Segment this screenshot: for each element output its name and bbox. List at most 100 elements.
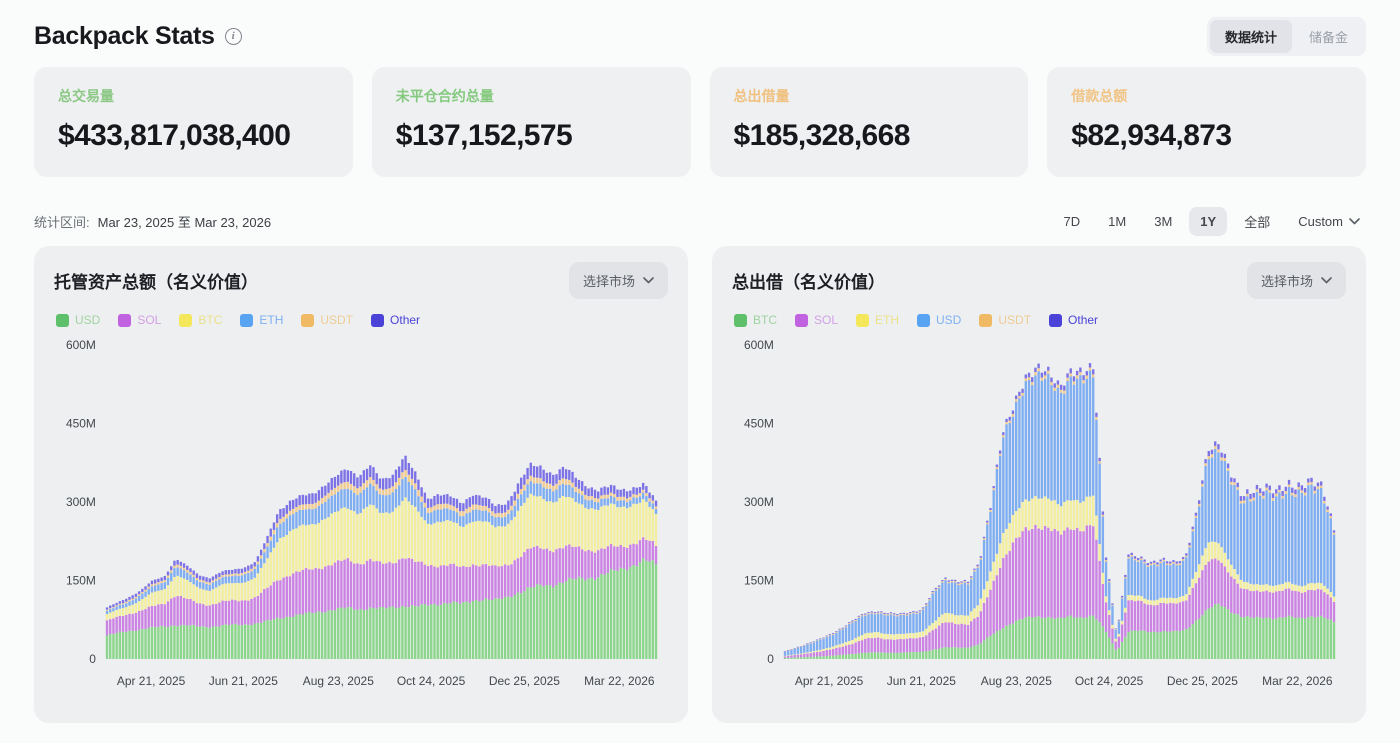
chart-bar-segment (1025, 527, 1027, 617)
tab-data-stats[interactable]: 数据统计 (1210, 20, 1292, 53)
chart-bar-segment (896, 615, 898, 616)
market-select-button[interactable]: 选择市场 (1247, 262, 1346, 299)
view-tabs: 数据统计 储备金 (1207, 17, 1366, 56)
x-axis-tick: Aug 23, 2025 (981, 674, 1052, 688)
chart-bar-segment (376, 609, 378, 659)
chart-bar-segment (1009, 421, 1011, 423)
chart-bar-segment (498, 504, 500, 513)
chart-bar-segment (321, 487, 323, 498)
legend-swatch (301, 314, 314, 327)
legend-item-eth[interactable]: ETH (240, 313, 283, 327)
chart-bar-segment (247, 601, 249, 625)
chart-bar-segment (494, 517, 496, 527)
chart-bar-segment (176, 626, 178, 659)
market-select-button[interactable]: 选择市场 (569, 262, 668, 299)
chart-bar-segment (443, 508, 445, 521)
chart-bar-segment (562, 467, 564, 479)
legend-item-sol[interactable]: SOL (795, 313, 838, 327)
chart-bar-segment (411, 605, 413, 659)
chart-bar-segment (424, 520, 426, 564)
filter-1m[interactable]: 1M (1097, 207, 1137, 236)
legend-item-other[interactable]: Other (371, 313, 420, 327)
chart-bar-segment (632, 494, 634, 497)
chart-bar-segment (1192, 579, 1194, 588)
chart-bar-segment (498, 598, 500, 659)
chart-bar-segment (1031, 618, 1033, 659)
chart-bar-segment (186, 626, 188, 659)
stacked-area-chart[interactable]: 0150M300M450M600MApr 21, 2025Jun 21, 202… (732, 329, 1346, 711)
legend-item-usdt[interactable]: USDT (979, 313, 1031, 327)
legend-item-usd[interactable]: USD (56, 313, 100, 327)
chart-bar-segment (167, 575, 169, 577)
legend-item-usd[interactable]: USD (917, 313, 961, 327)
legend-label: SOL (814, 313, 838, 327)
chart-bar-segment (218, 627, 220, 659)
filter-all[interactable]: 全部 (1233, 205, 1281, 238)
chart-bar-segment (128, 614, 130, 631)
chart-bar-segment (1259, 493, 1261, 496)
legend-label: BTC (198, 313, 222, 327)
chart-bar-segment (810, 643, 812, 644)
chart-bar-segment (196, 578, 198, 580)
chart-bar-segment (1166, 561, 1168, 563)
chart-bar-segment (976, 617, 978, 645)
chart-bar-segment (199, 576, 201, 580)
chart-bar-segment (1198, 564, 1200, 578)
stacked-area-chart[interactable]: 0150M300M450M600MApr 21, 2025Jun 21, 202… (54, 329, 668, 711)
chart-bar-segment (1275, 496, 1277, 585)
tab-reserves[interactable]: 储备金 (1294, 20, 1363, 53)
chart-bar-segment (922, 609, 924, 631)
chart-bar-segment (106, 610, 108, 611)
chart-bar-segment (1098, 561, 1100, 622)
legend-item-sol[interactable]: SOL (118, 313, 161, 327)
chart-bar-segment (642, 490, 644, 493)
chart-bar-segment (225, 576, 227, 583)
chart-bar-segment (790, 655, 792, 657)
chart-bar-segment (279, 509, 281, 519)
chart-bar-segment (819, 638, 821, 639)
chart-bar-segment (369, 607, 371, 659)
chart-bar-segment (976, 566, 978, 567)
chart-bar-segment (960, 615, 962, 624)
chart-bar-segment (138, 601, 140, 611)
chart-bar-segment (289, 617, 291, 659)
chart-bar-segment (321, 613, 323, 660)
chart-bar-segment (440, 565, 442, 604)
chart-bar-segment (154, 627, 156, 659)
chart-bar-segment (864, 633, 866, 638)
chart-bar-segment (205, 606, 207, 627)
chart-bar-segment (485, 498, 487, 506)
filter-3m[interactable]: 3M (1143, 207, 1183, 236)
chart-bar-segment (1098, 464, 1100, 545)
filter-1y[interactable]: 1Y (1189, 207, 1227, 236)
chart-bar-segment (1066, 373, 1068, 377)
info-icon[interactable]: i (225, 28, 242, 45)
chart-bar-segment (112, 608, 114, 611)
filter-7d[interactable]: 7D (1053, 207, 1092, 236)
chart-bar-segment (1243, 503, 1245, 582)
chart-bar-segment (623, 497, 625, 500)
page-title: Backpack Stats (34, 22, 215, 51)
chart-bar-segment (363, 483, 365, 489)
chart-bar-segment (877, 613, 879, 614)
legend-item-other[interactable]: Other (1049, 313, 1098, 327)
chart-bar-segment (430, 605, 432, 659)
stat-card-total-volume: 总交易量 $433,817,038,400 (34, 67, 353, 177)
chart-bar-segment (260, 555, 262, 558)
legend-item-usdt[interactable]: USDT (301, 313, 353, 327)
chart-bar-segment (282, 537, 284, 578)
chart-bar-segment (533, 466, 535, 477)
chart-bar-segment (157, 591, 159, 605)
legend-item-btc[interactable]: BTC (734, 313, 777, 327)
chart-bar-segment (1330, 516, 1332, 518)
chart-bar-segment (453, 498, 455, 506)
filter-custom[interactable]: Custom (1287, 207, 1366, 236)
chart-bar-segment (935, 588, 937, 589)
chart-bar-segment (1281, 491, 1283, 496)
chart-bar-segment (1288, 616, 1290, 659)
chart-bar-segment (999, 630, 1001, 659)
chart-bar-segment (542, 499, 544, 549)
legend-item-btc[interactable]: BTC (179, 313, 222, 327)
legend-item-eth[interactable]: ETH (856, 313, 899, 327)
chart-bar-segment (986, 597, 988, 637)
